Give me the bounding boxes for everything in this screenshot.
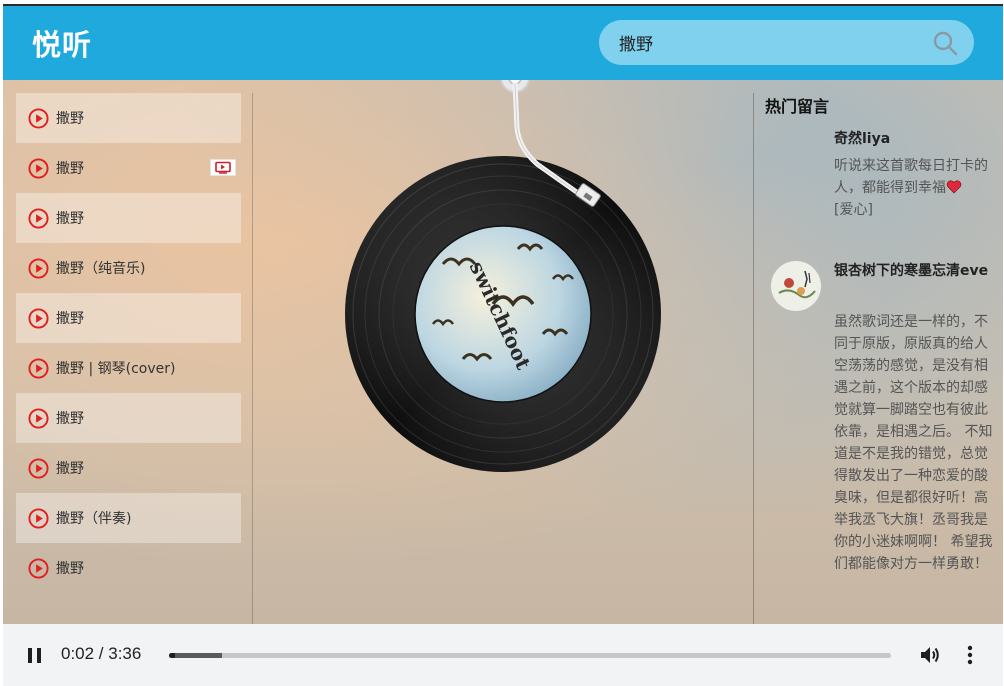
comment-username: 银杏树下的寒墨忘清eve (834, 263, 989, 279)
header-bar: 悦听 (3, 4, 1003, 80)
app-title: 悦听 (32, 28, 93, 62)
main-stage: 撒野 撒野 撒野 撒野（纯音乐) 撒野 撒野 | 钢琴(cover) 撒野 撒野… (3, 80, 1003, 624)
song-item[interactable]: 撒野（纯音乐) (16, 243, 241, 293)
search-input[interactable] (619, 20, 919, 65)
song-title: 撒野 (56, 211, 84, 227)
song-item[interactable]: 撒野 (16, 93, 241, 143)
comment-username: 奇然liya (834, 131, 891, 147)
progress-buffer (169, 653, 223, 658)
volume-icon[interactable] (919, 644, 941, 666)
search-icon[interactable] (932, 30, 958, 56)
divider (753, 93, 754, 624)
play-icon[interactable] (28, 107, 49, 129)
avatar[interactable] (771, 261, 821, 311)
comment-text: 听说来这首歌每日打卡的人，都能得到幸福 [爱心] (834, 158, 988, 218)
song-title: 撒野（纯音乐) (56, 261, 146, 277)
song-title: 撒野 (56, 111, 84, 127)
album-cover: switchfoot (415, 226, 591, 402)
play-icon[interactable] (28, 207, 49, 229)
comments-title: 热门留言 (765, 97, 830, 116)
song-title: 撒野 | 钢琴(cover) (56, 361, 176, 377)
divider (252, 93, 253, 624)
pause-icon[interactable] (27, 648, 42, 663)
tonearm (500, 80, 601, 207)
progress-bar[interactable] (169, 653, 891, 658)
song-item[interactable]: 撒野 (16, 393, 241, 443)
song-title: 撒野 (56, 161, 84, 177)
comments-panel: 热门留言 奇然liya 听说来这首歌每日打卡的人，都能得到幸福 [爱心] 银杏树下… (765, 93, 1001, 624)
song-item[interactable]: 撒野 | 钢琴(cover) (16, 343, 241, 393)
play-icon[interactable] (28, 507, 49, 529)
song-item[interactable]: 撒野 (16, 543, 241, 593)
play-icon[interactable] (28, 557, 49, 579)
mv-icon[interactable] (210, 159, 236, 176)
play-icon[interactable] (28, 457, 49, 479)
song-list: 撒野 撒野 撒野 撒野（纯音乐) 撒野 撒野 | 钢琴(cover) 撒野 撒野… (16, 93, 241, 624)
song-item[interactable]: 撒野（伴奏) (16, 493, 241, 543)
play-icon[interactable] (28, 357, 49, 379)
song-item[interactable]: 撒野 (16, 143, 241, 193)
play-icon[interactable] (28, 307, 49, 329)
song-title: 撒野 (56, 461, 84, 477)
song-item[interactable]: 撒野 (16, 293, 241, 343)
play-icon[interactable] (28, 257, 49, 279)
heart-icon (946, 180, 962, 194)
play-icon[interactable] (28, 407, 49, 429)
song-title: 撒野 (56, 561, 84, 577)
song-title: 撒野（伴奏) (56, 511, 132, 527)
progress-fill (169, 653, 176, 658)
song-item[interactable]: 撒野 (16, 443, 241, 493)
song-item[interactable]: 撒野 (16, 193, 241, 243)
time-display: 0:02 / 3:36 (61, 644, 142, 663)
audio-player: 0:02 / 3:36 (3, 624, 1003, 686)
song-title: 撒野 (56, 411, 84, 427)
song-title: 撒野 (56, 311, 84, 327)
more-options-icon[interactable] (963, 644, 977, 666)
comment-text: 虽然歌词还是一样的，不同于原版，原版真的给人空荡荡的感觉，是没有相遇之前，这个版… (834, 314, 993, 572)
search-box[interactable] (599, 20, 974, 65)
play-icon[interactable] (28, 157, 49, 179)
turntable: switchfoot (263, 80, 753, 624)
